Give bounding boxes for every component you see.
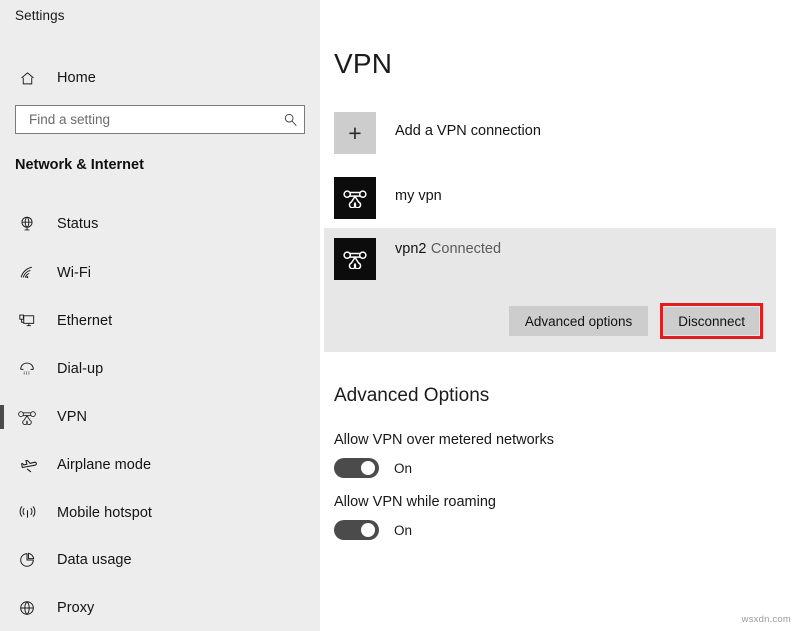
sidebar-item-status[interactable]: Status — [0, 205, 320, 243]
home-icon — [14, 70, 40, 87]
vpn-connection-status: Connected — [431, 241, 501, 257]
sidebar-item-label: Home — [57, 70, 96, 86]
sidebar-item-label: Dial-up — [57, 361, 103, 377]
sidebar: Settings Home Network & Internet — [0, 0, 320, 631]
add-vpn-connection-label: Add a VPN connection — [395, 123, 541, 139]
option-allow-vpn-over-metered-networks: Allow VPN over metered networks On — [334, 432, 554, 478]
add-vpn-connection-row[interactable]: + Add a VPN connection — [334, 112, 541, 154]
vpn-connection-row[interactable]: my vpn — [334, 177, 442, 219]
vpn-connection-name: vpn2 — [395, 241, 426, 257]
window-title: Settings — [15, 8, 65, 23]
content-pane: VPN + Add a VPN connection — [320, 0, 800, 631]
sidebar-item-dial-up[interactable]: Dial-up — [0, 350, 320, 388]
option-state: On — [394, 523, 412, 538]
vpn-panel-actions: Advanced options Disconnect — [509, 303, 763, 339]
search-input[interactable] — [16, 106, 276, 133]
watermark: wsxdn.com — [742, 614, 791, 625]
vpn-connection-selected-panel[interactable]: vpn2 Connected Advanced options Disconne… — [324, 228, 776, 352]
sidebar-item-ethernet[interactable]: Ethernet — [0, 302, 320, 340]
option-state: On — [394, 461, 412, 476]
sidebar-item-mobile-hotspot[interactable]: Mobile hotspot — [0, 494, 320, 532]
vpn-connection-name: my vpn — [395, 188, 442, 204]
sidebar-item-label: Status — [57, 216, 98, 232]
sidebar-item-data-usage[interactable]: Data usage — [0, 541, 320, 579]
search-icon[interactable] — [276, 112, 304, 127]
search-box[interactable] — [15, 105, 305, 134]
metered-networks-toggle[interactable] — [334, 458, 379, 478]
advanced-options-button[interactable]: Advanced options — [509, 306, 648, 336]
hotspot-icon — [14, 504, 40, 523]
sidebar-item-airplane-mode[interactable]: Airplane mode — [0, 446, 320, 484]
sidebar-item-label: VPN — [57, 409, 87, 425]
vpn-connection-row-selected[interactable]: vpn2 Connected — [334, 238, 501, 280]
sidebar-item-label: Ethernet — [57, 313, 112, 329]
option-allow-vpn-while-roaming: Allow VPN while roaming On — [334, 494, 496, 540]
sidebar-item-home[interactable]: Home — [0, 59, 320, 97]
sidebar-item-label: Data usage — [57, 552, 132, 568]
option-label: Allow VPN over metered networks — [334, 432, 554, 448]
sidebar-section-title: Network & Internet — [15, 157, 144, 173]
sidebar-item-wifi[interactable]: Wi-Fi — [0, 254, 320, 292]
sidebar-item-proxy[interactable]: Proxy — [0, 589, 320, 627]
advanced-options-heading: Advanced Options — [334, 385, 489, 407]
roaming-toggle[interactable] — [334, 520, 379, 540]
sidebar-item-label: Wi-Fi — [57, 265, 91, 281]
option-label: Allow VPN while roaming — [334, 494, 496, 510]
wifi-icon — [14, 264, 40, 282]
globe-icon — [14, 599, 40, 617]
settings-window: Settings Home Network & Internet — [0, 0, 800, 631]
sidebar-item-label: Proxy — [57, 600, 94, 616]
disconnect-button[interactable]: Disconnect — [664, 307, 759, 335]
sidebar-item-label: Airplane mode — [57, 457, 151, 473]
phone-handset-icon — [14, 360, 40, 378]
vpn-loop-icon — [334, 177, 376, 219]
sidebar-item-vpn[interactable]: VPN — [0, 398, 320, 436]
pie-chart-icon — [14, 551, 40, 569]
disconnect-highlight-annotation: Disconnect — [660, 303, 763, 339]
sidebar-item-label: Mobile hotspot — [57, 505, 152, 521]
airplane-icon — [14, 456, 40, 475]
plus-icon: + — [334, 112, 376, 154]
vpn-loop-icon — [334, 238, 376, 280]
vpn-loop-icon — [14, 409, 40, 425]
page-title: VPN — [334, 48, 392, 80]
globe-monitor-icon — [14, 215, 40, 233]
ethernet-monitor-icon — [14, 312, 40, 330]
